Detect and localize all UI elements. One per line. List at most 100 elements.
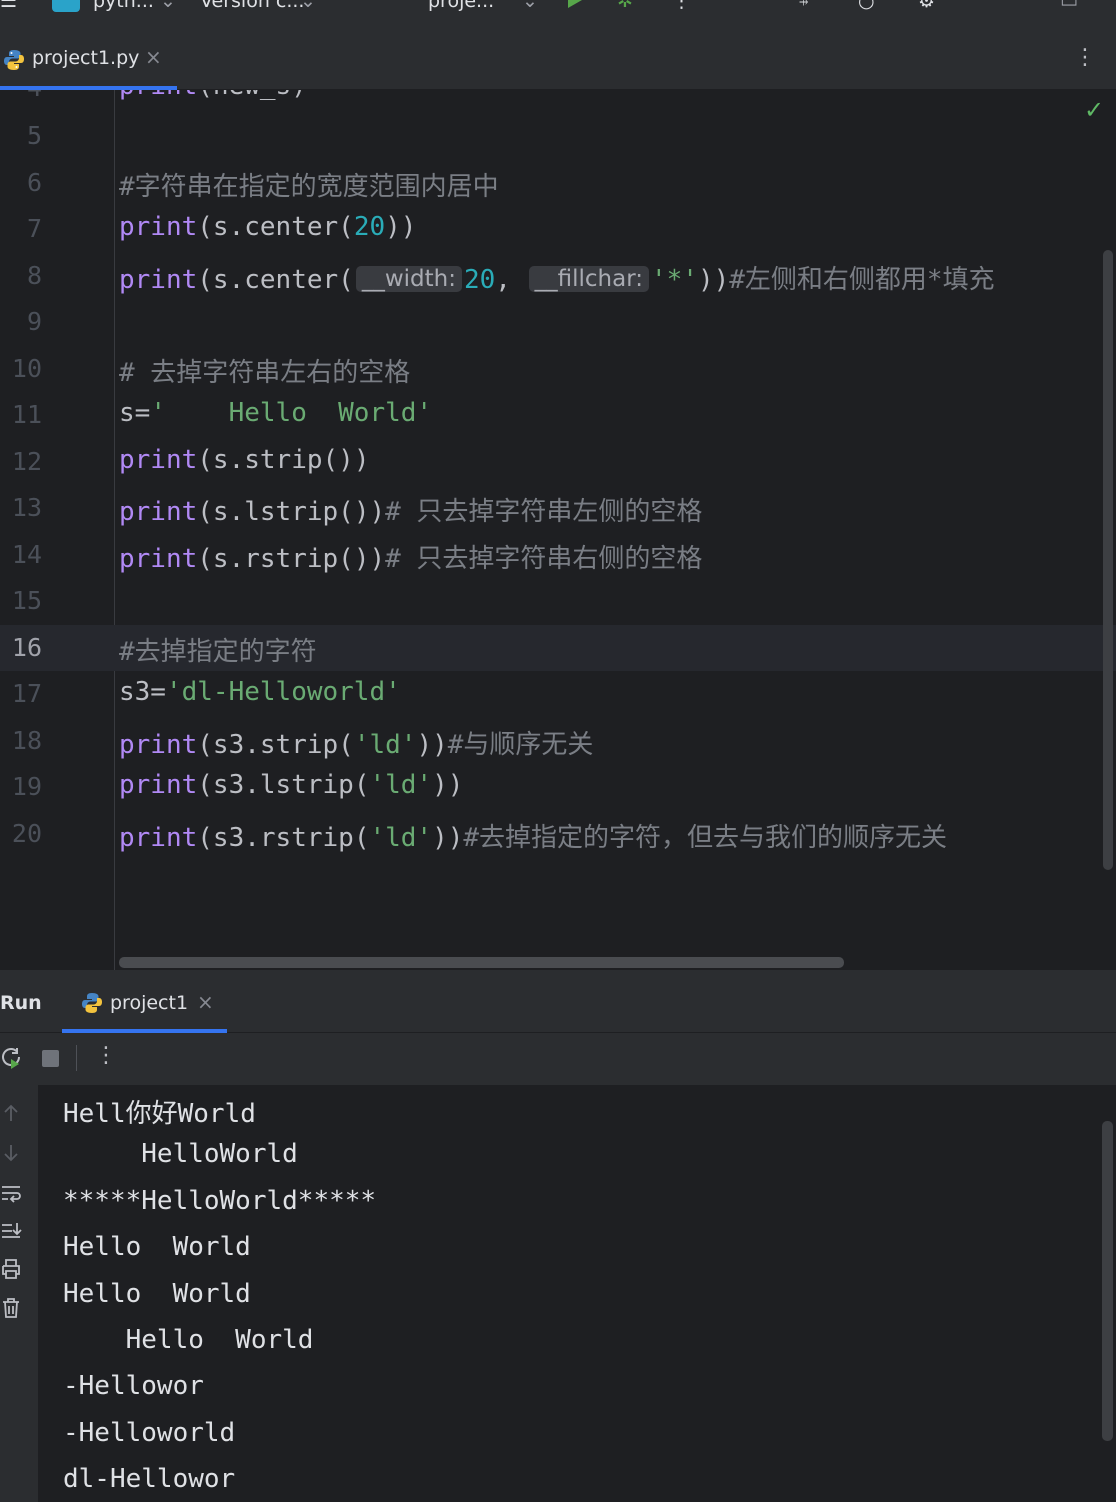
more-actions-icon[interactable]: ⋮ xyxy=(672,0,691,12)
code-token: #字符串在指定的宽度范围内居中 xyxy=(119,171,499,202)
editor-tab-label: project1.py xyxy=(32,47,140,69)
code-token: print xyxy=(119,444,198,475)
code-token: (s3.lstrip( xyxy=(197,770,370,800)
arrow-up-icon[interactable] xyxy=(0,1101,24,1125)
close-tab-icon[interactable]: × xyxy=(145,45,162,69)
code-text: print(s.rstrip())# 只去掉字符串右侧的空格 xyxy=(119,538,702,575)
console-line: -Helloworld xyxy=(63,1417,236,1448)
print-icon[interactable] xyxy=(0,1257,24,1281)
code-token: (s.rstrip()) xyxy=(197,543,386,574)
code-line: 4 print(new_s) xyxy=(0,90,1116,111)
code-text: print(s.center(20)) xyxy=(119,212,416,242)
search-icon[interactable]: ○ xyxy=(858,0,875,12)
console-line: Hello World xyxy=(63,1232,251,1263)
rerun-icon[interactable] xyxy=(0,1046,24,1070)
editor-tab-project1[interactable]: project1.py × xyxy=(0,27,177,90)
vertical-scrollbar[interactable] xyxy=(1103,250,1113,870)
python-file-icon xyxy=(82,993,102,1013)
code-text: print(s3.rstrip('ld'))#去掉指定的字符，但去与我们的顺序无… xyxy=(119,817,947,854)
code-text: #去掉指定的字符 xyxy=(119,631,317,668)
code-token: print xyxy=(119,543,198,574)
python-file-icon xyxy=(4,50,24,70)
code-line: 7 print(s.center(20)) xyxy=(0,206,1116,252)
code-token: 20 xyxy=(353,212,386,242)
arrow-down-icon[interactable] xyxy=(0,1141,24,1165)
run-tab-project1[interactable]: project1 × xyxy=(62,970,227,1033)
code-text: print(s.lstrip())# 只去掉字符串左侧的空格 xyxy=(119,491,702,528)
console-scrollbar[interactable] xyxy=(1102,1121,1113,1441)
console-line: Hell你好World xyxy=(63,1099,256,1129)
settings-gear-icon[interactable]: ⚙ xyxy=(918,0,935,12)
parameter-hint: __width: xyxy=(355,265,462,292)
code-line: 5 xyxy=(0,113,1116,159)
code-line: 10 # 去掉字符串左右的空格 xyxy=(0,346,1116,392)
soft-wrap-icon[interactable] xyxy=(0,1181,24,1205)
line-number: 16 xyxy=(11,632,42,662)
parameter-hint: __fillchar: xyxy=(528,265,649,292)
code-text: print(s.strip()) xyxy=(119,445,369,475)
code-token: 'ld' xyxy=(369,822,433,853)
code-token: print xyxy=(119,264,198,295)
code-line: 11 s=' Hello World' xyxy=(0,392,1116,438)
console-line: Hello World xyxy=(63,1325,314,1355)
chevron-down-icon[interactable]: ⌄ xyxy=(522,0,538,12)
code-line: 20 print(s3.rstrip('ld'))#去掉指定的字符，但去与我们的顺… xyxy=(0,811,1116,857)
line-number: 19 xyxy=(11,772,42,801)
code-editor[interactable]: 4 print(new_s) 56#字符串在指定的宽度范围内居中7print(s… xyxy=(0,90,1116,970)
line-number: 7 xyxy=(26,214,42,243)
code-token: (s.strip()) xyxy=(197,444,370,475)
run-config-selector[interactable]: proje... xyxy=(428,0,494,12)
code-token: (s.center( xyxy=(197,212,354,242)
console-line: dl-Hellowor xyxy=(63,1464,236,1495)
code-token: #去掉指定的字符 xyxy=(119,636,317,667)
code-token: # 只去掉字符串左侧的空格 xyxy=(385,497,703,527)
code-text: s3='dl-Helloworld' xyxy=(119,677,401,707)
code-line: 6 #字符串在指定的宽度范围内居中 xyxy=(0,160,1116,206)
code-token: )) xyxy=(416,729,448,760)
code-text: #字符串在指定的宽度范围内居中 xyxy=(119,166,499,203)
code-token: )) xyxy=(432,822,464,853)
code-token: 'ld' xyxy=(353,729,417,760)
code-token: , xyxy=(495,264,527,295)
code-token: #左侧和右侧都用*填充 xyxy=(729,264,995,295)
chevron-down-icon[interactable]: ⌄ xyxy=(160,0,176,12)
code-token: ' Hello World' xyxy=(150,398,433,428)
trash-icon[interactable] xyxy=(0,1296,24,1320)
close-tab-icon[interactable]: × xyxy=(197,990,214,1014)
run-side-toolbar xyxy=(0,1085,38,1502)
code-text: print(s.center(__width: 20, __fillchar: '*… xyxy=(119,259,995,296)
run-tab-label: project1 xyxy=(110,992,189,1014)
code-text: print(s3.strip('ld'))#与顺序无关 xyxy=(119,724,593,761)
console-line: -Hellowor xyxy=(63,1371,204,1402)
main-menu-icon[interactable]: ☰ xyxy=(0,0,17,12)
debug-icon[interactable]: ✲ xyxy=(617,0,633,12)
code-token: s3= xyxy=(119,677,166,707)
code-line: 17 s3='dl-Helloworld' xyxy=(0,671,1116,717)
chevron-down-icon[interactable]: ⌄ xyxy=(300,0,316,12)
stop-icon[interactable] xyxy=(42,1050,59,1067)
line-number: 14 xyxy=(11,539,42,569)
code-text: # 去掉字符串左右的空格 xyxy=(119,352,410,389)
check-icon: ✓ xyxy=(1084,96,1105,124)
code-token: (new_s) xyxy=(197,90,307,101)
vcs-selector[interactable]: Version c... xyxy=(200,0,304,12)
code-line: 14 print(s.rstrip())# 只去掉字符串右侧的空格 xyxy=(0,532,1116,578)
code-with-me-icon[interactable]: ⍆ xyxy=(798,0,809,12)
code-token: )) xyxy=(432,770,464,800)
code-line: 15 xyxy=(0,578,1116,624)
scroll-to-end-icon[interactable] xyxy=(0,1219,24,1243)
project-selector[interactable]: pyth... xyxy=(93,0,154,12)
more-actions-icon[interactable]: ⋮ xyxy=(95,1043,117,1068)
tab-options-icon[interactable]: ⋮ xyxy=(1074,45,1096,70)
code-token: (s.center( xyxy=(197,264,354,295)
line-number: 18 xyxy=(11,725,42,755)
horizontal-scrollbar[interactable] xyxy=(119,957,844,968)
window-restore-icon[interactable]: ▭ xyxy=(1060,0,1078,12)
run-icon[interactable] xyxy=(568,0,582,8)
console-output[interactable]: Hell你好World HelloWorld *****HelloWorld***… xyxy=(38,1085,1116,1502)
toolbar-separator xyxy=(76,1045,77,1071)
line-number: 9 xyxy=(26,307,42,336)
code-line: 12 print(s.strip()) xyxy=(0,439,1116,485)
line-number: 4 xyxy=(0,90,42,102)
project-icon[interactable] xyxy=(52,0,80,12)
